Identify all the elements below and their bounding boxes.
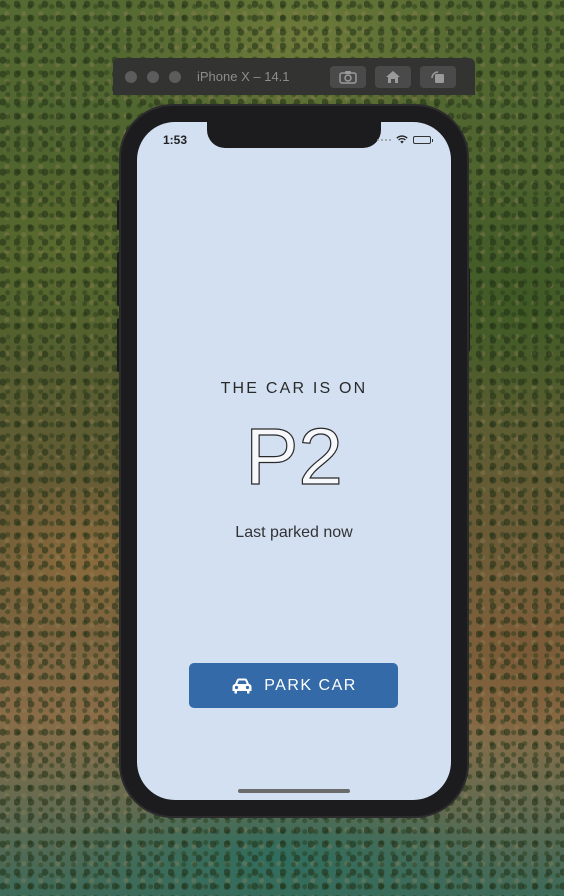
simulator-title: iPhone X – 14.1 [197,69,290,84]
close-window-button[interactable] [125,70,137,83]
home-icon [386,71,400,83]
home-indicator[interactable] [238,789,350,793]
rotate-icon [431,71,444,83]
zoom-window-button[interactable] [169,70,181,83]
battery-icon [413,135,433,144]
park-car-label: PARK CAR [264,676,357,694]
parking-level: P2 [244,411,343,501]
notch [207,122,381,148]
parking-heading: THE CAR IS ON [220,380,368,397]
signal-dots-icon [377,138,391,141]
app-screen: 1:53 THE CAR IS ON P2 Last parked now PA… [137,122,451,800]
screenshot-button[interactable] [330,66,366,88]
home-button[interactable] [375,66,411,88]
last-parked-text: Last parked now [235,524,353,541]
minimize-window-button[interactable] [147,70,159,83]
car-icon [232,678,252,693]
wifi-icon [396,135,408,144]
screenshot-icon [339,71,357,84]
status-icons [377,135,433,144]
park-car-button[interactable]: PARK CAR [189,663,398,708]
iphone-frame: 1:53 THE CAR IS ON P2 Last parked now PA… [121,106,467,816]
simulator-title-bar[interactable]: iPhone X – 14.1 [113,58,475,95]
rotate-button[interactable] [420,66,456,88]
status-time: 1:53 [163,133,188,147]
